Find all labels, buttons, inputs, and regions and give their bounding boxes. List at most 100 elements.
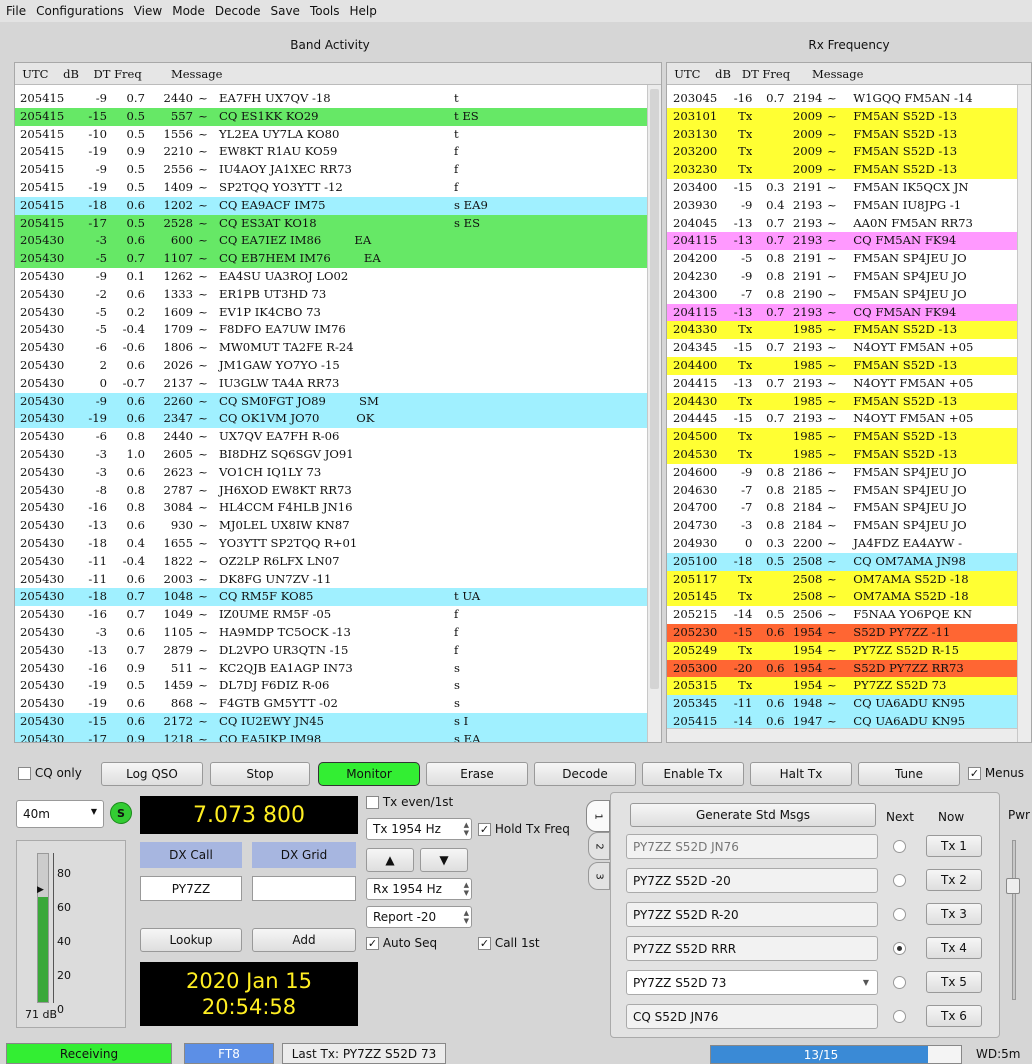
- band-row[interactable]: 205430 -19 0.6 2347 ~ CQ OK1VM JO70 OK: [15, 410, 661, 429]
- rx-row[interactable]: 203130 Tx 2009 ~ FM5AN S52D -13: [667, 125, 1031, 144]
- rx-row[interactable]: 205215 -14 0.5 2506 ~ F5NAA YO6PQE KN: [667, 606, 1031, 624]
- rx-row[interactable]: 204430 Tx 1985 ~ FM5AN S52D -13: [667, 392, 1031, 411]
- rx-horizontal-scrollbar[interactable]: [667, 728, 1017, 742]
- move-down-button[interactable]: ▼: [420, 848, 468, 872]
- band-row[interactable]: 205430 -13 0.7 2879 ~ DL2VPO UR3QTN -15 f: [15, 642, 661, 660]
- tx1-message-field[interactable]: PY7ZZ S52D JN76: [626, 834, 878, 859]
- rx-row[interactable]: 204700 -7 0.8 2184 ~ FM5AN SP4JEU JO: [667, 499, 1031, 517]
- log-qso-button[interactable]: Log QSO: [101, 762, 203, 786]
- rx-frequency-list[interactable]: 203045 -16 0.7 2194 ~ W1GQQ FM5AN -14 203101 Tx…: [667, 85, 1031, 731]
- rx-row[interactable]: 203101 Tx 2009 ~ FM5AN S52D -13: [667, 107, 1031, 126]
- rx-row[interactable]: 204330 Tx 1985 ~ FM5AN S52D -13: [667, 321, 1031, 340]
- tx6-message-field[interactable]: CQ S52D JN76: [626, 1004, 878, 1029]
- dx-call-input[interactable]: PY7ZZ: [140, 876, 242, 901]
- band-row[interactable]: 205430 -9 0.1 1262 ~ EA4SU UA3ROJ LO02: [15, 268, 661, 286]
- tx6-next-radio[interactable]: [893, 1010, 906, 1023]
- tx4-message-field[interactable]: PY7ZZ S52D RRR: [626, 936, 878, 961]
- tune-button[interactable]: Tune: [858, 762, 960, 786]
- generate-std-msgs-button[interactable]: Generate Std Msgs: [630, 803, 876, 827]
- band-row[interactable]: 205430 -8 0.8 2787 ~ JH6XOD EW8KT RR73: [15, 482, 661, 500]
- band-row[interactable]: 205430 -5 0.7 1107 ~ CQ EB7HEM IM76 EA: [15, 250, 661, 268]
- report-spinbox[interactable]: Report -20 ▲ ▼: [366, 906, 472, 928]
- band-row[interactable]: 205430 2 0.6 2026 ~ JM1GAW YO7YO -15: [15, 357, 661, 375]
- tx2-next-radio[interactable]: [893, 874, 906, 887]
- enable-tx-button[interactable]: Enable Tx: [642, 762, 744, 786]
- stop-button[interactable]: Stop: [210, 762, 310, 786]
- rx-row[interactable]: 205249 Tx 1954 ~ PY7ZZ S52D R-15: [667, 641, 1031, 660]
- band-row[interactable]: 205430 -3 1.0 2605 ~ BI8DHZ SQ6SGV JO91: [15, 446, 661, 464]
- tx-even-box[interactable]: [366, 796, 379, 809]
- rx-row[interactable]: 203045 -16 0.7 2194 ~ W1GQQ FM5AN -14: [667, 90, 1031, 108]
- band-row[interactable]: 205430 -9 0.6 2260 ~ CQ SM0FGT JO89 SM: [15, 392, 661, 411]
- spin-arrows-icon[interactable]: ▲ ▼: [464, 909, 469, 925]
- band-row[interactable]: 205415 -19 0.5 1409 ~ SP2TQQ YO3YTT -12 f: [15, 179, 661, 197]
- menu-save[interactable]: Save: [270, 4, 299, 18]
- rx-row[interactable]: 204115 -13 0.7 2193 ~ CQ FM5AN FK94: [667, 303, 1031, 322]
- rx-row[interactable]: 204445 -15 0.7 2193 ~ N4OYT FM5AN +05: [667, 410, 1031, 428]
- lookup-button[interactable]: Lookup: [140, 928, 242, 952]
- tx3-message-field[interactable]: PY7ZZ S52D R-20: [626, 902, 878, 927]
- chevron-down-icon[interactable]: ▼: [863, 978, 869, 987]
- band-row[interactable]: 205430 -5 0.2 1609 ~ EV1P IK4CBO 73: [15, 304, 661, 322]
- tx-even-checkbox[interactable]: Tx even/1st: [366, 795, 453, 809]
- menu-help[interactable]: Help: [350, 4, 377, 18]
- band-row[interactable]: 205430 -18 0.7 1048 ~ CQ RM5F KO85 t UA: [15, 588, 661, 607]
- band-row[interactable]: 205430 -2 0.6 1333 ~ ER1PB UT3HD 73: [15, 286, 661, 304]
- tx-frequency-spinbox[interactable]: Tx 1954 Hz ▲ ▼: [366, 818, 472, 840]
- band-row[interactable]: 205430 0 -0.7 2137 ~ IU3GLW TA4A RR73: [15, 375, 661, 393]
- rx-row[interactable]: 204530 Tx 1985 ~ FM5AN S52D -13: [667, 445, 1031, 464]
- band-activity-pane[interactable]: UTC dB DT Freq Message 205415 -9 0.7 2440 ~ E…: [14, 62, 662, 743]
- band-row[interactable]: 205430 -3 0.6 600 ~ CQ EA7IEZ IM86 EA: [15, 232, 661, 251]
- rx-row[interactable]: 204730 -3 0.8 2184 ~ FM5AN SP4JEU JO: [667, 517, 1031, 535]
- tx4-next-radio[interactable]: [893, 942, 906, 955]
- band-row[interactable]: 205430 -17 0.9 1218 ~ CQ EA5IKP IM98 s EA: [15, 730, 661, 742]
- rx-row[interactable]: 204200 -5 0.8 2191 ~ FM5AN SP4JEU JO: [667, 250, 1031, 268]
- rx-row[interactable]: 204930 0 0.3 2200 ~ JA4FDZ EA4AYW -: [667, 535, 1031, 553]
- rx-row[interactable]: 203230 Tx 2009 ~ FM5AN S52D -13: [667, 161, 1031, 179]
- band-row[interactable]: 205430 -6 -0.6 1806 ~ MW0MUT TA2FE R-24: [15, 339, 661, 357]
- rx-row[interactable]: 204230 -9 0.8 2191 ~ FM5AN SP4JEU JO: [667, 268, 1031, 286]
- band-row[interactable]: 205430 -19 0.6 868 ~ F4GTB GM5YTT -02 s: [15, 695, 661, 713]
- tx6-now-button[interactable]: Tx 6: [926, 1005, 982, 1027]
- band-row[interactable]: 205415 -18 0.6 1202 ~ CQ EA9ACF IM75 s EA9: [15, 196, 661, 215]
- move-up-button[interactable]: ▲: [366, 848, 414, 872]
- tx5-next-radio[interactable]: [893, 976, 906, 989]
- call-1st-check-icon[interactable]: ✓: [478, 937, 491, 950]
- band-row[interactable]: 205430 -3 0.6 2623 ~ VO1CH IQ1LY 73: [15, 464, 661, 482]
- rx-row[interactable]: 204400 Tx 1985 ~ FM5AN S52D -13: [667, 356, 1031, 375]
- rx-row[interactable]: 205230 -15 0.6 1954 ~ S52D PY7ZZ -11: [667, 623, 1031, 642]
- rx-row[interactable]: 204115 -13 0.7 2193 ~ CQ FM5AN FK94: [667, 232, 1031, 251]
- band-row[interactable]: 205415 -19 0.9 2210 ~ EW8KT R1AU KO59 f: [15, 143, 661, 161]
- rx-row[interactable]: 205100 -18 0.5 2508 ~ CQ OM7AMA JN98: [667, 552, 1031, 571]
- rx-row[interactable]: 203200 Tx 2009 ~ FM5AN S52D -13: [667, 143, 1031, 162]
- rx-row[interactable]: 204415 -13 0.7 2193 ~ N4OYT FM5AN +05: [667, 375, 1031, 393]
- tab-3[interactable]: 3: [588, 862, 610, 890]
- band-row[interactable]: 205430 -16 0.7 1049 ~ IZ0UME RM5F -05 f: [15, 606, 661, 624]
- tx1-now-button[interactable]: Tx 1: [926, 835, 982, 857]
- hold-tx-freq-checkbox[interactable]: ✓ Hold Tx Freq: [478, 822, 570, 836]
- rx-row[interactable]: 205345 -11 0.6 1948 ~ CQ UA6ADU KN95: [667, 695, 1031, 713]
- tx1-next-radio[interactable]: [893, 840, 906, 853]
- erase-button[interactable]: Erase: [426, 762, 528, 786]
- rx-row[interactable]: 205117 Tx 2508 ~ OM7AMA S52D -18: [667, 570, 1031, 589]
- menu-decode[interactable]: Decode: [215, 4, 261, 18]
- rx-frequency-spinbox[interactable]: Rx 1954 Hz ▲ ▼: [366, 878, 472, 900]
- band-row[interactable]: 205415 -15 0.5 557 ~ CQ ES1KK KO29 t ES: [15, 107, 661, 126]
- auto-seq-checkbox[interactable]: ✓ Auto Seq: [366, 936, 437, 950]
- band-row[interactable]: 205415 -9 0.5 2556 ~ IU4AOY JA1XEC RR73 f: [15, 161, 661, 179]
- menu-tools[interactable]: Tools: [310, 4, 340, 18]
- tx5-message-field[interactable]: PY7ZZ S52D 73 ▼: [626, 970, 878, 995]
- rx-row[interactable]: 203400 -15 0.3 2191 ~ FM5AN IK5QCX JN: [667, 179, 1031, 197]
- power-slider-track[interactable]: [1012, 840, 1016, 1000]
- rx-frequency-pane[interactable]: UTC dB DT Freq Message 203045 -16 0.7 2194 ~…: [666, 62, 1032, 743]
- dx-grid-input[interactable]: [252, 876, 356, 901]
- tx5-now-button[interactable]: Tx 5: [926, 971, 982, 993]
- tx3-next-radio[interactable]: [893, 908, 906, 921]
- tx3-now-button[interactable]: Tx 3: [926, 903, 982, 925]
- monitor-button[interactable]: Monitor: [318, 762, 420, 786]
- rx-row[interactable]: 205315 Tx 1954 ~ PY7ZZ S52D 73: [667, 677, 1031, 696]
- band-row[interactable]: 205430 -13 0.6 930 ~ MJ0LEL UX8IW KN87: [15, 517, 661, 535]
- tx4-now-button[interactable]: Tx 4: [926, 937, 982, 959]
- band-row[interactable]: 205430 -15 0.6 2172 ~ CQ IU2EWY JN45 s I: [15, 712, 661, 731]
- halt-tx-button[interactable]: Halt Tx: [750, 762, 852, 786]
